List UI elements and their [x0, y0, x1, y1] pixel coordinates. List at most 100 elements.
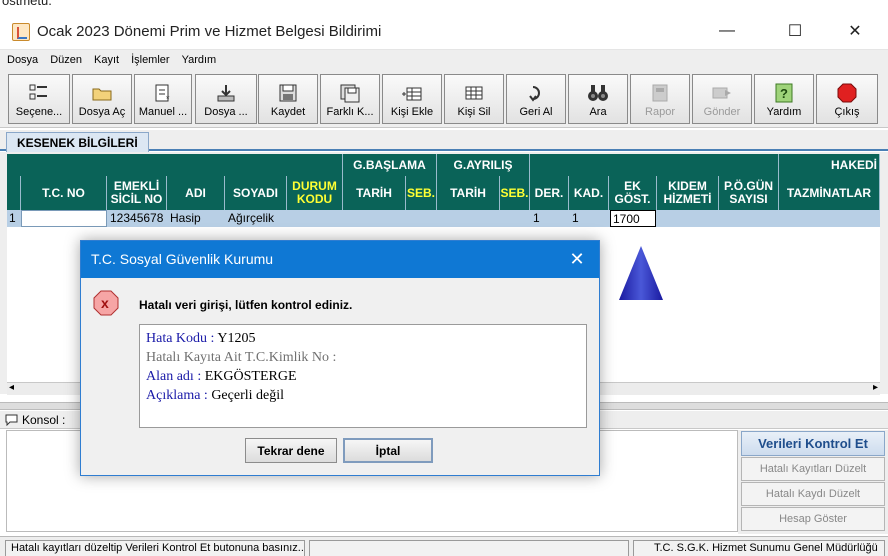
stop-icon	[837, 83, 857, 103]
save-button[interactable]: Kaydet	[258, 74, 318, 124]
show-calculation-button[interactable]: Hesap Göster	[741, 507, 885, 531]
help-button-label: Yardım	[766, 106, 802, 118]
menu-dosya[interactable]: Dosya	[7, 54, 38, 66]
report-button-label: Rapor	[645, 106, 675, 118]
delete-person-button[interactable]: Kişi Sil	[444, 74, 504, 124]
dialog-title: T.C. Sosyal Güvenlik Kurumu	[91, 251, 274, 267]
delete-person-icon	[465, 86, 483, 100]
status-institution: T.C. S.G.K. Hizmet Sunumu Genel Müdürlüğ…	[633, 540, 885, 556]
error-code-label: Hata Kodu :	[146, 331, 218, 346]
soyadi-cell[interactable]: Ağırçelik	[228, 210, 287, 227]
column-header-tc-no[interactable]: T.C. NO	[21, 176, 107, 210]
error-field-value: EKGÖSTERGE	[204, 369, 297, 384]
menu-islemler[interactable]: İşlemler	[131, 54, 170, 66]
manual-entry-button[interactable]: * Manuel ...	[134, 74, 192, 124]
exit-button[interactable]: Çıkış	[816, 74, 878, 124]
binoculars-icon	[588, 85, 608, 101]
column-header-durum-kodu[interactable]: DURUM KODU	[287, 176, 343, 210]
right-action-panel: Verileri Kontrol Et Hatalı Kayıtları Düz…	[738, 430, 888, 534]
retry-button[interactable]: Tekrar dene	[245, 438, 337, 463]
column-header-seb-1[interactable]: SEB.	[406, 176, 437, 210]
file-import-button-label: Dosya ...	[204, 106, 248, 118]
save-as-icon	[340, 84, 360, 103]
undo-button[interactable]: Geri Al	[506, 74, 566, 124]
row-number-header	[7, 176, 21, 210]
fix-all-records-button[interactable]: Hatalı Kayıtları Düzelt	[741, 457, 885, 481]
column-header-soyadi[interactable]: SOYADI	[225, 176, 287, 210]
manual-entry-icon: *	[155, 84, 170, 103]
cancel-button[interactable]: İptal	[343, 438, 433, 463]
manual-entry-button-label: Manuel ...	[138, 106, 188, 118]
error-field-label: Alan adı :	[146, 369, 205, 384]
fix-record-button[interactable]: Hatalı Kaydı Düzelt	[741, 482, 885, 506]
error-icon: x	[93, 290, 119, 316]
scroll-right-arrow-icon[interactable]: ▸	[873, 382, 878, 393]
error-desc-value: Geçerli değil	[211, 388, 284, 403]
error-tc-label: Hatalı Kayıta Ait T.C.Kimlik No :	[146, 350, 337, 365]
scroll-left-arrow-icon[interactable]: ◂	[9, 382, 14, 393]
row-number: 1	[9, 211, 16, 225]
group-header-g-ayrilis: G.AYRILIŞ	[437, 154, 530, 176]
tab-strip: KESENEK BİLGİLERİ	[0, 130, 888, 152]
column-header-seb-2[interactable]: SEB.	[500, 176, 530, 210]
background-text: ostmetu.	[2, 0, 52, 8]
save-as-button-label: Farklı K...	[326, 106, 374, 118]
java-app-icon	[12, 23, 30, 41]
ek-gosterge-cell[interactable]: 1700	[610, 210, 656, 227]
window-title: Ocak 2023 Dönemi Prim ve Hizmet Belgesi …	[37, 23, 382, 40]
emekli-sicil-no-cell[interactable]: 12345678	[110, 210, 167, 227]
column-header-po-gun-sayisi[interactable]: P.Ö.GÜN SAYISI	[719, 176, 779, 210]
toolbar: Seçene... Dosya Aç * Manuel ... Dosya ..…	[0, 70, 888, 128]
options-button-label: Seçene...	[15, 106, 63, 118]
file-import-icon	[217, 85, 235, 102]
check-data-button[interactable]: Verileri Kontrol Et	[741, 431, 885, 456]
add-person-icon	[402, 87, 422, 101]
menu-kayit[interactable]: Kayıt	[94, 54, 119, 66]
column-header-kad[interactable]: KAD.	[569, 176, 609, 210]
maximize-button[interactable]: ☐	[772, 12, 818, 50]
column-header-kidem-hizmeti[interactable]: KIDEM HİZMETİ	[657, 176, 719, 210]
error-desc-label: Açıklama :	[146, 388, 212, 403]
menu-bar: Dosya Düzen Kayıt İşlemler Yardım	[0, 50, 888, 70]
menu-duzen[interactable]: Düzen	[50, 54, 82, 66]
menu-yardim[interactable]: Yardım	[182, 54, 217, 66]
status-institution-label: T.C. S.G.K. Hizmet Sunumu Genel Müdürlüğ…	[654, 542, 878, 554]
column-header-adi[interactable]: ADI	[167, 176, 225, 210]
close-window-button[interactable]: ✕	[832, 12, 878, 50]
dialog-close-button[interactable]: ✕	[559, 241, 595, 278]
add-person-button[interactable]: Kişi Ekle	[382, 74, 442, 124]
svg-text:x: x	[101, 295, 109, 311]
search-button[interactable]: Ara	[568, 74, 628, 124]
status-empty	[309, 540, 629, 556]
report-button[interactable]: Rapor	[630, 74, 690, 124]
help-button[interactable]: ? Yardım	[754, 74, 814, 124]
column-header-tarih-2[interactable]: TARİH	[437, 176, 500, 210]
tc-no-cell[interactable]	[21, 210, 107, 227]
save-button-label: Kaydet	[270, 106, 306, 118]
send-button[interactable]: Gönder	[692, 74, 752, 124]
column-header-ek-gosterge[interactable]: EK GÖST.	[609, 176, 657, 210]
kad-cell[interactable]: 1	[572, 210, 602, 227]
der-cell[interactable]: 1	[533, 210, 563, 227]
status-bar: Hatalı kayıtları düzeltip Verileri Kontr…	[0, 536, 888, 556]
column-header-der[interactable]: DER.	[530, 176, 569, 210]
save-as-button[interactable]: Farklı K...	[320, 74, 380, 124]
svg-text:?: ?	[780, 86, 788, 101]
dialog-message: Hatalı veri girişi, lütfen kontrol edini…	[139, 298, 353, 312]
add-person-button-label: Kişi Ekle	[390, 106, 434, 118]
column-header-emekli-sicil-no[interactable]: EMEKLİ SİCİL NO	[107, 176, 167, 210]
options-button[interactable]: Seçene...	[8, 74, 70, 124]
error-dialog: T.C. Sosyal Güvenlik Kurumu ✕ x Hatalı v…	[80, 240, 600, 476]
tab-kesenek-bilgileri[interactable]: KESENEK BİLGİLERİ	[6, 132, 149, 152]
open-file-button[interactable]: Dosya Aç	[72, 74, 132, 124]
column-header-tarih-1[interactable]: TARİH	[343, 176, 406, 210]
grid-header-blank-2	[530, 154, 779, 176]
status-message: Hatalı kayıtları düzeltip Verileri Kontr…	[5, 540, 305, 556]
minimize-button[interactable]: —	[704, 12, 750, 50]
column-header-tazminatlar[interactable]: TAZMİNATLAR	[779, 176, 880, 210]
exit-button-label: Çıkış	[834, 106, 860, 118]
adi-cell[interactable]: Hasip	[170, 210, 225, 227]
error-details-box: Hata Kodu : Y1205 Hatalı Kayıta Ait T.C.…	[139, 324, 587, 428]
background-text-strip: ostmetu.	[0, 0, 888, 12]
file-import-button[interactable]: Dosya ...	[195, 74, 257, 124]
